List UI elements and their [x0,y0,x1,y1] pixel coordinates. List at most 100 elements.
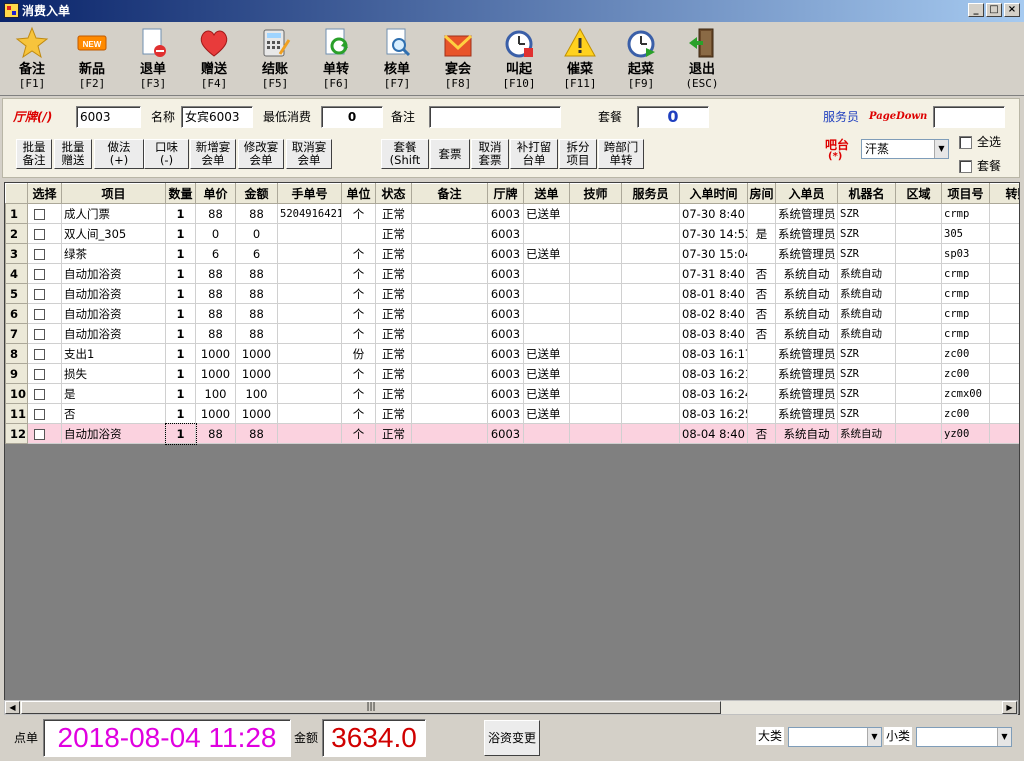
cell-amount[interactable]: 100 [235,383,278,404]
cell-sent[interactable]: 已送单 [523,403,570,424]
column-header[interactable]: 手单号 [277,183,342,204]
row-select-checkbox[interactable] [34,268,45,280]
cell-entry[interactable]: 系统管理员 [775,243,838,264]
cell-room[interactable]: 是 [747,223,776,244]
cell-note[interactable] [411,383,488,404]
cell-code[interactable]: sp03 [941,243,990,264]
cell-tech[interactable] [569,303,622,324]
row-select-checkbox[interactable] [34,228,45,240]
toolbar-button-banquet[interactable]: 宴会 [F8] [429,24,487,94]
cell-item[interactable]: 双人间_305 [61,223,166,244]
table-row[interactable]: 10 是 1 100 100 个正常 6003 已送单 08-03 16:24 系统管理员 SZR z… [5,383,1019,404]
cell-amount[interactable]: 88 [235,323,278,344]
toolbar-button-verify[interactable]: 核单 [F7] [368,24,426,94]
cell-entry[interactable]: 系统管理员 [775,343,838,364]
cell-hand[interactable] [277,323,342,344]
row-select-checkbox[interactable] [34,248,45,260]
cell-amount[interactable]: 1000 [235,403,278,424]
cell-qty[interactable]: 1 [165,323,196,344]
cell-code[interactable]: crmp [941,303,990,324]
cell-item[interactable]: 成人门票 [61,203,166,224]
row-select-checkbox[interactable] [34,288,45,300]
cell-area[interactable] [895,323,942,344]
cell-price[interactable]: 0 [195,223,236,244]
cell-note[interactable] [411,403,488,424]
cell-machine[interactable]: SZR [837,343,896,364]
cell-tech[interactable] [569,363,622,384]
row-select-checkbox[interactable] [34,328,45,340]
cell-sent[interactable] [523,323,570,344]
cell-note[interactable] [411,343,488,364]
cell-transfer[interactable] [989,283,1019,304]
cell-price[interactable]: 88 [195,323,236,344]
cell-room[interactable] [747,343,776,364]
cell-sent[interactable]: 已送单 [523,243,570,264]
cell-status[interactable]: 正常 [375,263,412,284]
cell-hall[interactable]: 6003 [487,303,524,324]
cell-amount[interactable]: 88 [235,203,278,224]
cell-price[interactable]: 88 [195,263,236,284]
cell-transfer[interactable] [989,343,1019,364]
cell-code[interactable]: 305 [941,223,990,244]
cell-transfer[interactable] [989,203,1019,224]
cell-code[interactable]: crmp [941,283,990,304]
cell-machine[interactable]: SZR [837,223,896,244]
cell-hall[interactable]: 6003 [487,223,524,244]
name-input[interactable]: 女宾6003 [181,106,253,128]
cell-waiter[interactable] [621,383,680,404]
column-header[interactable]: 厅牌 [487,183,524,204]
cell-room[interactable] [747,403,776,424]
cell-room[interactable]: 否 [747,283,776,304]
cell-waiter[interactable] [621,423,680,444]
column-header[interactable]: 数量 [165,183,196,204]
cell-price[interactable]: 1000 [195,363,236,384]
cell-note[interactable] [411,243,488,264]
cell-status[interactable]: 正常 [375,403,412,424]
table-row[interactable]: 11 否 1 1000 1000 个正常 6003 已送单 08-03 16:25 系统管理员 SZ… [5,403,1019,424]
row-select-checkbox[interactable] [34,388,45,400]
cell-qty[interactable]: 1 [165,383,196,404]
cell-tech[interactable] [569,383,622,404]
min-consume-input[interactable]: 0 [321,106,383,128]
table-row[interactable]: 12 自动加浴资 1 88 88 个正常 6003 08-04 8:40 否系统自动 系统自动 yz… [5,422,1019,445]
cell-amount[interactable]: 88 [235,423,278,444]
cell-price[interactable]: 88 [195,283,236,304]
cell-tech[interactable] [569,323,622,344]
cell-hand[interactable] [277,403,342,424]
cell-unit[interactable]: 份 [341,343,376,364]
toolbar-button-transfer[interactable]: 单转 [F6] [307,24,365,94]
cell-room[interactable]: 否 [747,263,776,284]
cell-qty[interactable]: 1 [165,223,196,244]
cell-time[interactable]: 08-03 8:40 [679,323,748,344]
cell-time[interactable]: 08-03 16:25 [679,403,748,424]
cell-waiter[interactable] [621,263,680,284]
cell-price[interactable]: 6 [195,243,236,264]
cell-hall[interactable]: 6003 [487,283,524,304]
cell-status[interactable]: 正常 [375,283,412,304]
cell-time[interactable]: 07-30 14:53 [679,223,748,244]
minor-category-select[interactable]: ▼ [916,727,1012,747]
cell-status[interactable]: 正常 [375,363,412,384]
row-number[interactable]: 4 [5,263,28,284]
cell-waiter[interactable] [621,203,680,224]
cell-tech[interactable] [569,283,622,304]
cell-note[interactable] [411,303,488,324]
cell-waiter[interactable] [621,303,680,324]
cell-time[interactable]: 08-03 16:21 [679,363,748,384]
row-select-checkbox[interactable] [34,408,45,420]
toolbar-button-remark[interactable]: 备注 [F1] [3,24,61,94]
cell-entry[interactable]: 系统管理员 [775,203,838,224]
cell-area[interactable] [895,223,942,244]
row-number[interactable]: 10 [5,383,28,404]
cell-hand[interactable] [277,423,342,444]
column-header[interactable]: 项目号 [941,183,990,204]
cell-area[interactable] [895,203,942,224]
cell-unit[interactable]: 个 [341,263,376,284]
cell-area[interactable] [895,363,942,384]
cell-time[interactable]: 07-30 15:04 [679,243,748,264]
batch-gift-button[interactable]: 批量 赠送 [54,139,92,169]
cell-time[interactable]: 08-03 16:24 [679,383,748,404]
cell-note[interactable] [411,363,488,384]
cell-item[interactable]: 自动加浴资 [61,303,166,324]
cell-machine[interactable]: 系统自动 [837,423,896,444]
